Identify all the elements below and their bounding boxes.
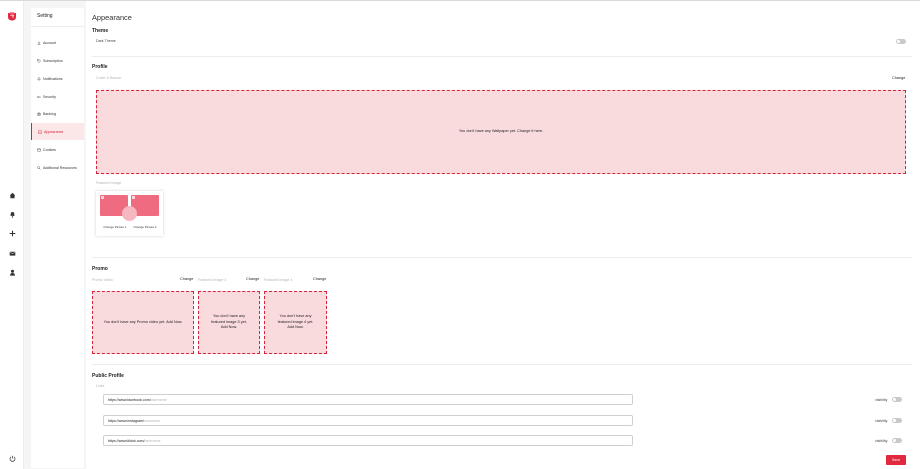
- promo-heading: Promo: [92, 266, 108, 272]
- menu-item-label: Banking: [43, 111, 56, 116]
- dark-theme-toggle[interactable]: [896, 39, 906, 44]
- menu-item-notifications[interactable]: Notifications: [31, 70, 84, 87]
- bank-icon: [37, 111, 41, 116]
- featured-image-4-dropzone[interactable]: You don't have any featured image 4 yet.…: [264, 291, 327, 354]
- link-placeholder: username: [150, 397, 167, 402]
- icon-rail: [0, 1, 24, 469]
- page-title: Appearance: [92, 13, 132, 22]
- visibility-label: visibility: [875, 419, 888, 423]
- save-button[interactable]: Save: [886, 455, 906, 465]
- menu-item-label: Cookies: [43, 147, 56, 152]
- avatar: [122, 206, 137, 221]
- theme-heading: Theme: [92, 28, 109, 34]
- dark-theme-label: Dark Theme: [96, 39, 116, 43]
- link-prefix: https://www.instagram/: [108, 418, 145, 423]
- menu-divider: [31, 26, 84, 27]
- public-profile-heading: Public Profile: [92, 373, 124, 379]
- menu-item-label: Subscription: [43, 58, 63, 63]
- power-icon[interactable]: [7, 453, 17, 463]
- mail-icon[interactable]: [7, 248, 17, 258]
- radio-icon[interactable]: [132, 196, 135, 199]
- menu-item-account[interactable]: Account: [31, 34, 84, 51]
- settings-menu: Setting Account Subscription Notificatio…: [31, 8, 84, 468]
- bell-icon[interactable]: [7, 209, 17, 219]
- appearance-panel: Appearance Theme Dark Theme Profile Cove…: [86, 1, 920, 469]
- change-featured-image-4-button[interactable]: Change: [313, 277, 326, 281]
- featured-image-3-dropzone[interactable]: You don't have any featured image 3 yet.…: [198, 291, 260, 354]
- menu-item-label: Account: [43, 40, 56, 45]
- visibility-label: visibility: [875, 398, 888, 402]
- profile-heading: Profile: [92, 64, 108, 70]
- plus-icon[interactable]: [7, 228, 17, 238]
- cookie-icon: [37, 147, 41, 152]
- link-placeholder: username: [144, 418, 161, 423]
- facebook-visibility-toggle[interactable]: [892, 397, 902, 402]
- user-icon[interactable]: [7, 267, 17, 277]
- section-divider: [92, 257, 912, 258]
- menu-item-label: Additional Resources: [43, 165, 77, 170]
- facebook-link-field[interactable]: https://www.facebook.com/username: [103, 394, 633, 405]
- featured-image-label: Featured Image: [96, 181, 122, 185]
- link-placeholder: username: [144, 438, 161, 443]
- menu-item-subscription[interactable]: Subscription: [31, 52, 84, 69]
- key-icon: [37, 95, 41, 98]
- brand-logo[interactable]: [7, 11, 17, 21]
- tiktok-link-field[interactable]: https://www.tiktok.com/username: [103, 435, 633, 446]
- menu-item-cookies[interactable]: Cookies: [31, 141, 84, 158]
- featured-image-4-label: Featured Image 4: [264, 278, 293, 282]
- instagram-link-field[interactable]: https://www.instagram/username: [103, 415, 633, 426]
- section-divider: [92, 56, 912, 57]
- tag-icon: [37, 58, 41, 63]
- image-icon: [38, 130, 42, 133]
- section-divider: [92, 364, 912, 365]
- change-featured-image-3-button[interactable]: Change: [246, 277, 259, 281]
- change-promo-video-button[interactable]: Change: [180, 277, 193, 281]
- menu-item-appearance[interactable]: Appearance: [31, 123, 84, 140]
- tiktok-visibility-toggle[interactable]: [892, 438, 902, 443]
- change-picture-1-button[interactable]: Change Picture 1: [100, 225, 130, 229]
- search-icon: [37, 165, 41, 170]
- menu-item-additional-resources[interactable]: Additional Resources: [31, 159, 84, 176]
- promo-video-dropzone[interactable]: You don't have any Promo video yet. Add …: [92, 291, 194, 354]
- featured-images-card: Change Picture 1 Change Picture 2: [96, 191, 163, 236]
- radio-icon[interactable]: [101, 196, 104, 199]
- change-picture-2-button[interactable]: Change Picture 2: [130, 225, 160, 229]
- change-cover-button[interactable]: Change: [892, 76, 905, 80]
- home-icon[interactable]: [7, 190, 17, 200]
- wallpaper-dropzone[interactable]: You don't have any Wallpaper yet. Change…: [96, 90, 906, 174]
- menu-item-label: Appearance: [44, 129, 64, 134]
- promo-video-label: Promo Video: [92, 278, 113, 282]
- menu-item-label: Security: [43, 94, 56, 99]
- visibility-label: visibility: [875, 439, 888, 443]
- bell-icon: [37, 76, 41, 81]
- download-icon: [37, 40, 41, 45]
- instagram-visibility-toggle[interactable]: [892, 418, 902, 423]
- menu-item-banking[interactable]: Banking: [31, 105, 84, 122]
- featured-image-3-label: Featured Image 3: [198, 278, 227, 282]
- cover-banner-label: Cover & Banner: [96, 76, 122, 80]
- menu-title: Setting: [37, 13, 53, 19]
- link-prefix: https://www.tiktok.com/: [108, 438, 145, 443]
- links-label: Links: [96, 384, 105, 388]
- link-prefix: https://www.facebook.com/: [108, 397, 151, 402]
- menu-item-label: Notifications: [43, 76, 63, 81]
- menu-item-security[interactable]: Security: [31, 88, 84, 105]
